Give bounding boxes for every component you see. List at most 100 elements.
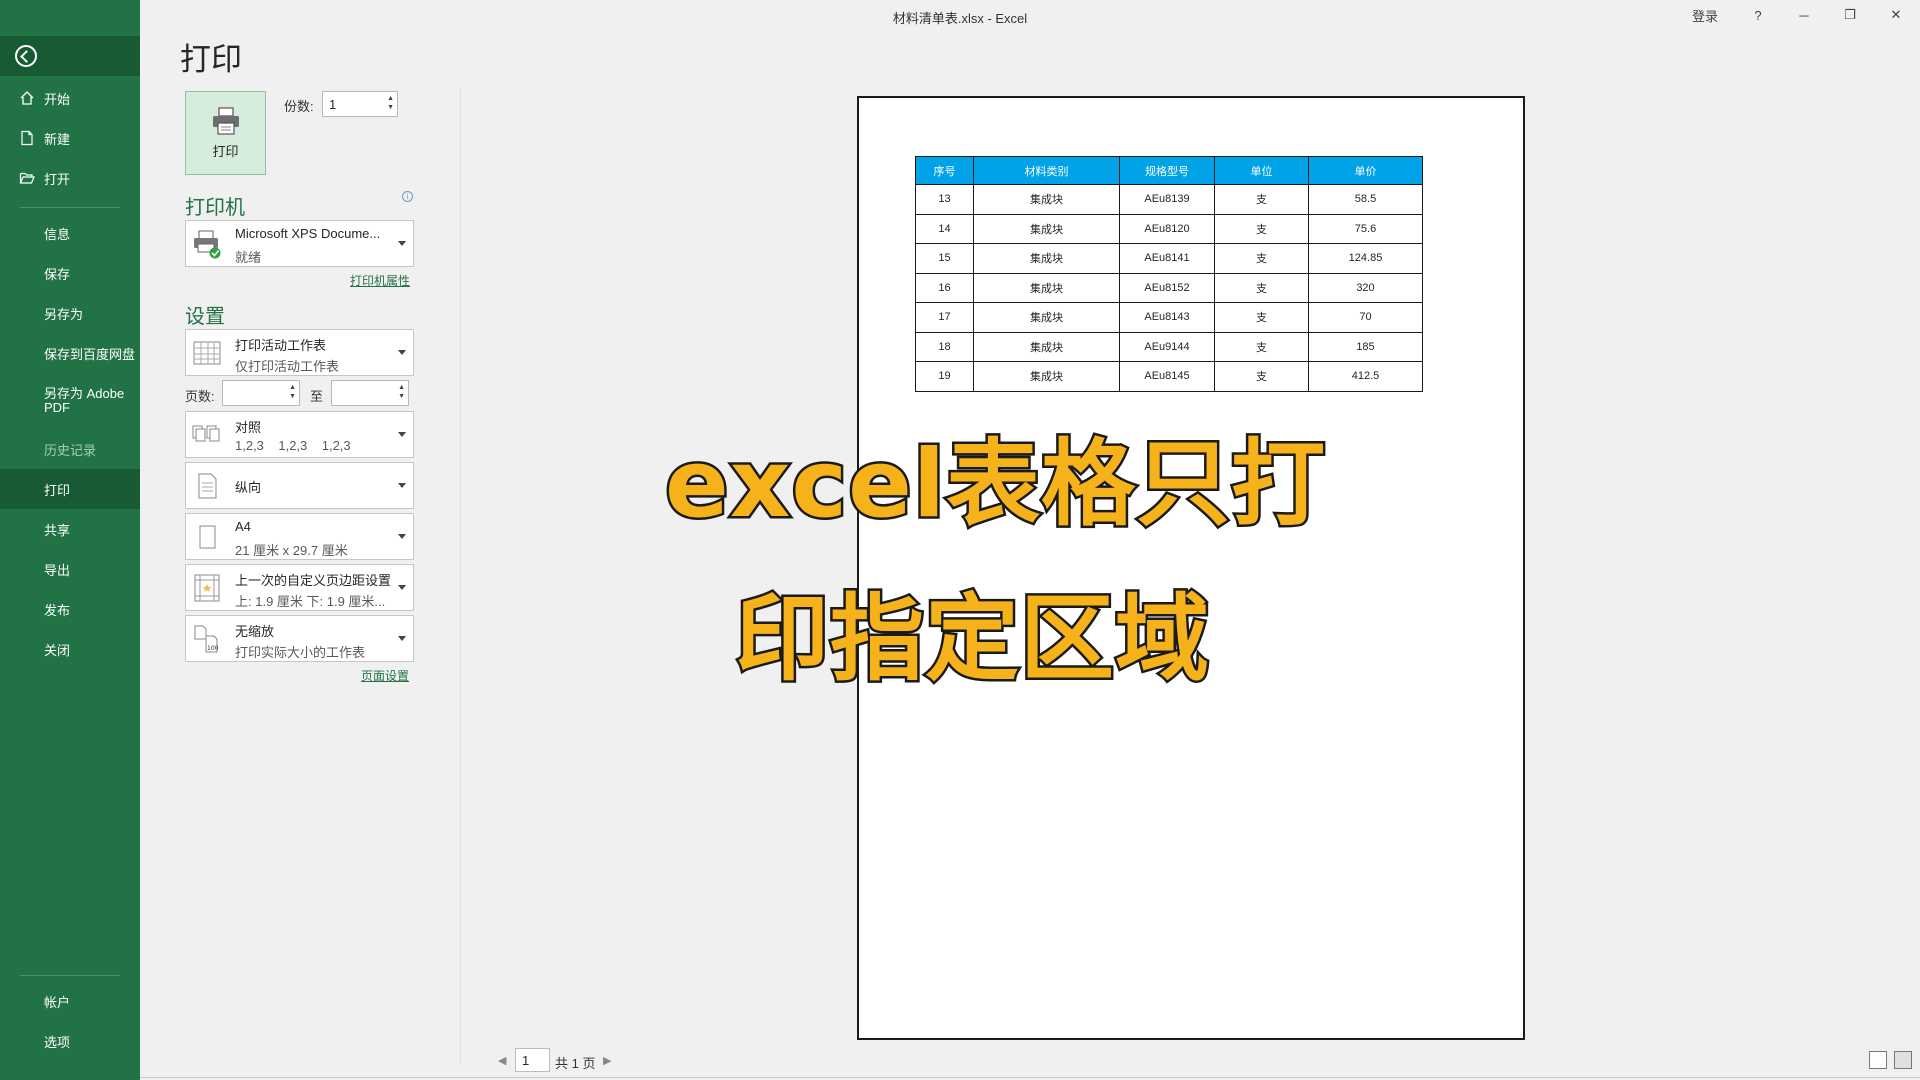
sidebar-item-export[interactable]: 导出 (0, 549, 140, 589)
printer-select[interactable]: Microsoft XPS Docume... 就绪 (185, 220, 414, 267)
back-button[interactable] (0, 36, 140, 76)
next-page-icon[interactable]: ▶ (603, 1054, 611, 1067)
pages-from-stepper[interactable]: ▲ ▼ (222, 380, 300, 406)
table-cell: 集成块 (973, 184, 1120, 215)
sidebar-item-label: 保存到百度网盘 (44, 346, 136, 362)
close-button[interactable]: ✕ (1874, 0, 1918, 30)
back-arrow-icon (15, 45, 37, 67)
orientation-select[interactable]: 纵向 (185, 462, 414, 509)
table-cell: 支 (1214, 361, 1309, 392)
sidebar-item-save-as-pdf[interactable]: 另存为 Adobe PDF (0, 381, 140, 425)
previous-page-icon[interactable]: ◀ (498, 1054, 506, 1067)
table-row: 13 集成块 AEu8139 支 58.5 (915, 184, 1423, 215)
sidebar-item-label: 另存为 (44, 306, 84, 322)
svg-text:100: 100 (207, 645, 219, 652)
collate-sub: 1,2,3 1,2,3 1,2,3 (235, 438, 351, 453)
table-header-cell: 材料类别 (973, 156, 1120, 185)
chevron-down-icon (398, 432, 406, 437)
sidebar-item-new[interactable]: 新建 (0, 118, 140, 158)
spinner-arrows-icon[interactable]: ▲ ▼ (289, 383, 296, 401)
page-number-input[interactable]: 1 (515, 1048, 550, 1072)
pages-label: 页数: (185, 389, 215, 404)
spinner-arrows-icon[interactable]: ▲ ▼ (387, 94, 394, 112)
sidebar-item-label: 选项 (44, 1034, 71, 1050)
zoom-to-page-icon[interactable] (1894, 1051, 1912, 1069)
sidebar-item-open[interactable]: 打开 (0, 158, 140, 198)
print-button[interactable]: 打印 (185, 91, 266, 175)
new-file-icon (21, 130, 33, 146)
sidebar-item-label: 发布 (44, 602, 71, 618)
sidebar-item-save[interactable]: 保存 (0, 253, 140, 293)
table-cell: 124.85 (1308, 243, 1423, 274)
table-cell: 支 (1214, 331, 1309, 362)
sidebar-item-account[interactable]: 帐户 (0, 981, 140, 1021)
sidebar-item-label: 关闭 (44, 642, 71, 658)
overlay-caption-line-1: excel表格只打 (662, 428, 1327, 542)
bottom-border (140, 1077, 1920, 1078)
sidebar-item-home[interactable]: 开始 (0, 78, 140, 118)
margins-select[interactable]: 上一次的自定义页边距设置 上: 1.9 厘米 下: 1.9 厘米... (185, 564, 414, 611)
spinner-arrows-icon[interactable]: ▲ ▼ (398, 383, 405, 401)
table-cell: 支 (1214, 272, 1309, 303)
paper-icon (199, 525, 216, 549)
collate-select[interactable]: 对照 1,2,3 1,2,3 1,2,3 (185, 411, 414, 458)
table-row: 15 集成块 AEu8141 支 124.85 (915, 243, 1423, 274)
printer-icon (212, 106, 239, 135)
table-header-cell: 规格型号 (1119, 156, 1215, 185)
paper-size-select[interactable]: A4 21 厘米 x 29.7 厘米 (185, 513, 414, 560)
scaling-select[interactable]: 100 无缩放 打印实际大小的工作表 (185, 615, 414, 662)
sidebar-item-options[interactable]: 选项 (0, 1021, 140, 1061)
sidebar-item-label: 导出 (44, 562, 71, 578)
table-cell: 19 (915, 361, 974, 392)
pages-to-label: 至 (310, 389, 324, 404)
table-cell: 16 (915, 272, 974, 303)
sidebar-item-label: 打印 (44, 482, 71, 498)
chevron-down-icon (398, 636, 406, 641)
title-bar: 材料清单表.xlsx - Excel 登录 ? ─ ❐ ✕ (140, 0, 1920, 30)
table-cell: 14 (915, 213, 974, 244)
table-cell: 支 (1214, 243, 1309, 274)
printer-properties-link[interactable]: 打印机属性 (350, 272, 410, 289)
copies-label: 份数: (284, 99, 314, 114)
sidebar-item-label: 开始 (44, 91, 71, 107)
printer-status: 就绪 (235, 250, 262, 265)
sidebar-item-print[interactable]: 打印 (0, 469, 140, 509)
restore-button[interactable]: ❐ (1828, 0, 1872, 30)
help-button[interactable]: ? (1736, 0, 1780, 30)
page-title: 打印 (180, 42, 242, 77)
sidebar-item-save-baidu[interactable]: 保存到百度网盘 (0, 333, 140, 373)
table-cell: 185 (1308, 331, 1423, 362)
sidebar-item-info[interactable]: 信息 (0, 213, 140, 253)
print-scope-select[interactable]: 打印活动工作表 仅打印活动工作表 (185, 329, 414, 376)
margins-main: 上一次的自定义页边距设置 (235, 573, 392, 588)
minimize-button[interactable]: ─ (1782, 0, 1826, 30)
sidebar-item-close[interactable]: 关闭 (0, 629, 140, 669)
chevron-down-icon (398, 534, 406, 539)
page-setup-link[interactable]: 页面设置 (361, 667, 409, 684)
copies-stepper[interactable]: 1 ▲ ▼ (322, 91, 398, 117)
table-row: 19 集成块 AEu8145 支 412.5 (915, 361, 1423, 392)
table-cell: 集成块 (973, 361, 1120, 392)
table-cell: 18 (915, 331, 974, 362)
sign-in-button[interactable]: 登录 (1680, 0, 1730, 30)
window-title: 材料清单表.xlsx - Excel (892, 11, 1028, 26)
portrait-page-icon (198, 473, 217, 499)
copies-value: 1 (329, 97, 337, 112)
sidebar-item-publish[interactable]: 发布 (0, 589, 140, 629)
sidebar-item-save-as[interactable]: 另存为 (0, 293, 140, 333)
chevron-down-icon (398, 585, 406, 590)
table-header-row: 序号 材料类别 规格型号 单位 单价 (915, 156, 1423, 185)
collate-icon (192, 425, 220, 442)
paper-size-sub: 21 厘米 x 29.7 厘米 (235, 543, 348, 558)
sidebar-item-history[interactable]: 历史记录 (0, 429, 140, 469)
chevron-down-icon (398, 350, 406, 355)
pages-to-stepper[interactable]: ▲ ▼ (331, 380, 409, 406)
info-icon[interactable]: i (402, 191, 413, 202)
table-cell: 75.6 (1308, 213, 1423, 244)
table-cell: 17 (915, 302, 974, 333)
sidebar-item-share[interactable]: 共享 (0, 509, 140, 549)
show-margins-icon[interactable] (1869, 1051, 1887, 1069)
sidebar-item-label: 保存 (44, 266, 71, 282)
page-total: 共 1 页 (555, 1056, 596, 1071)
table-cell: AEu8145 (1119, 361, 1215, 392)
